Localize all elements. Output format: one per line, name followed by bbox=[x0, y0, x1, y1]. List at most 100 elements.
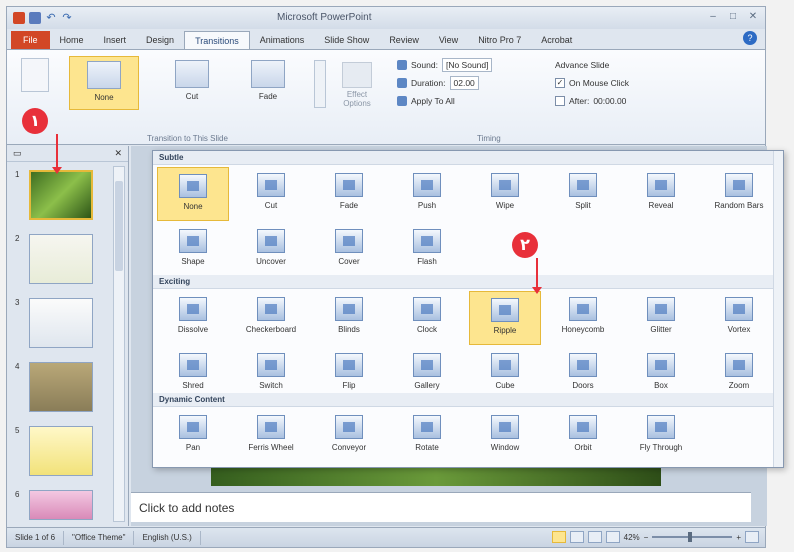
ribbon-transition-none[interactable]: None bbox=[69, 56, 139, 110]
transition-label: Window bbox=[490, 443, 520, 452]
duration-input[interactable]: 02.00 bbox=[449, 76, 479, 90]
transition-ferris-wheel[interactable]: Ferris Wheel bbox=[235, 409, 307, 463]
on-mouse-click-checkbox[interactable]: ✓ bbox=[555, 78, 565, 88]
duration-icon bbox=[397, 78, 407, 88]
transition-label: Split bbox=[575, 201, 591, 210]
transition-none[interactable]: None bbox=[157, 167, 229, 221]
undo-icon[interactable]: ↶ bbox=[45, 12, 57, 24]
ribbon-transition-fade[interactable]: Fade bbox=[233, 56, 303, 110]
tab-review[interactable]: Review bbox=[379, 31, 429, 49]
transition-pan[interactable]: Pan bbox=[157, 409, 229, 463]
after-time-input[interactable]: 00:00.00 bbox=[593, 92, 626, 110]
slides-scrollbar[interactable] bbox=[113, 166, 125, 522]
transition-label: Switch bbox=[259, 381, 283, 390]
transition-fade-icon bbox=[335, 173, 363, 197]
transition-fade[interactable]: Fade bbox=[313, 167, 385, 221]
transition-honeycomb[interactable]: Honeycomb bbox=[547, 291, 619, 345]
zoom-out-icon[interactable]: − bbox=[644, 533, 649, 542]
transition-random-bars[interactable]: Random Bars bbox=[703, 167, 775, 221]
save-icon[interactable] bbox=[29, 12, 41, 24]
quick-access-toolbar: ↶ ↷ bbox=[13, 12, 73, 24]
zoom-in-icon[interactable]: + bbox=[736, 533, 741, 542]
tab-acrobat[interactable]: Acrobat bbox=[531, 31, 582, 49]
group-label-transition: Transition to This Slide bbox=[147, 134, 228, 143]
transition-cut[interactable]: Cut bbox=[235, 167, 307, 221]
help-icon[interactable]: ? bbox=[743, 31, 757, 45]
transition-shape[interactable]: Shape bbox=[157, 223, 229, 277]
group-label-timing: Timing bbox=[477, 134, 501, 143]
transition-label: Ferris Wheel bbox=[248, 443, 294, 452]
preview-button[interactable] bbox=[21, 58, 49, 92]
effect-options-icon bbox=[342, 62, 372, 88]
maximize-icon[interactable]: □ bbox=[725, 10, 741, 24]
transition-push[interactable]: Push bbox=[391, 167, 463, 221]
zoom-level[interactable]: 42% bbox=[624, 533, 640, 542]
effect-options-button[interactable]: Effect Options bbox=[337, 62, 377, 108]
redo-icon[interactable]: ↷ bbox=[61, 12, 73, 24]
transition-push-icon bbox=[413, 173, 441, 197]
gallery-scrollbar[interactable] bbox=[773, 151, 783, 467]
after-checkbox[interactable] bbox=[555, 96, 565, 106]
tab-animations[interactable]: Animations bbox=[250, 31, 315, 49]
transition-flash[interactable]: Flash bbox=[391, 223, 463, 277]
tab-transitions[interactable]: Transitions bbox=[184, 31, 250, 49]
slide-thumbnail-4[interactable]: 4 bbox=[15, 362, 101, 416]
theme-name: "Office Theme" bbox=[64, 530, 135, 545]
transition-shape-icon bbox=[179, 229, 207, 253]
reading-view-button[interactable] bbox=[587, 531, 602, 543]
gallery-more-button[interactable] bbox=[314, 60, 326, 108]
close-icon[interactable]: ✕ bbox=[745, 10, 761, 24]
minimize-icon[interactable]: – bbox=[705, 10, 721, 24]
transition-label: Honeycomb bbox=[561, 325, 605, 334]
tab-view[interactable]: View bbox=[429, 31, 468, 49]
transition-label: Push bbox=[417, 201, 437, 210]
ribbon-transition-cut[interactable]: Cut bbox=[157, 56, 227, 110]
transition-label: Dissolve bbox=[177, 325, 209, 334]
notes-pane[interactable]: Click to add notes bbox=[131, 492, 751, 522]
slide-thumbnail-5[interactable]: 5 bbox=[15, 426, 101, 480]
apply-to-all-button[interactable]: Apply To All bbox=[397, 92, 527, 110]
transition-uncover[interactable]: Uncover bbox=[235, 223, 307, 277]
zoom-slider[interactable] bbox=[652, 532, 733, 542]
transition-split[interactable]: Split bbox=[547, 167, 619, 221]
language-indicator[interactable]: English (U.S.) bbox=[134, 530, 201, 545]
tab-nitro[interactable]: Nitro Pro 7 bbox=[468, 31, 531, 49]
transition-vortex[interactable]: Vortex bbox=[703, 291, 775, 345]
transition-ripple[interactable]: Ripple bbox=[469, 291, 541, 345]
transition-honeycomb-icon bbox=[569, 297, 597, 321]
sound-select[interactable]: [No Sound] bbox=[441, 58, 493, 72]
window-controls: – □ ✕ bbox=[705, 10, 761, 24]
tab-file[interactable]: File bbox=[11, 31, 50, 49]
slides-panel-header: ▭ ✕ bbox=[7, 146, 128, 162]
slide-thumbnail-3[interactable]: 3 bbox=[15, 298, 101, 352]
transition-label: Shape bbox=[181, 257, 205, 266]
normal-view-button[interactable] bbox=[551, 531, 566, 543]
slideshow-button[interactable] bbox=[605, 531, 620, 543]
slide-thumbnail-2[interactable]: 2 bbox=[15, 234, 101, 288]
transition-rotate[interactable]: Rotate bbox=[391, 409, 463, 463]
transition-clock[interactable]: Clock bbox=[391, 291, 463, 345]
transition-window[interactable]: Window bbox=[469, 409, 541, 463]
tab-design[interactable]: Design bbox=[136, 31, 184, 49]
transition-label: None bbox=[183, 202, 203, 211]
transition-conveyor[interactable]: Conveyor bbox=[313, 409, 385, 463]
slides-tab-icon[interactable]: ▭ bbox=[13, 148, 22, 159]
panel-close-icon[interactable]: ✕ bbox=[114, 148, 122, 159]
transition-blinds[interactable]: Blinds bbox=[313, 291, 385, 345]
transition-orbit[interactable]: Orbit bbox=[547, 409, 619, 463]
transition-checkerboard[interactable]: Checkerboard bbox=[235, 291, 307, 345]
transition-label: Pan bbox=[185, 443, 201, 452]
tab-home[interactable]: Home bbox=[50, 31, 94, 49]
transition-fly-through[interactable]: Fly Through bbox=[625, 409, 697, 463]
transition-pan-icon bbox=[179, 415, 207, 439]
tab-slide-show[interactable]: Slide Show bbox=[314, 31, 379, 49]
transition-glitter[interactable]: Glitter bbox=[625, 291, 697, 345]
tab-insert[interactable]: Insert bbox=[94, 31, 137, 49]
transition-reveal[interactable]: Reveal bbox=[625, 167, 697, 221]
slide-thumbnail-1[interactable]: 1 bbox=[15, 170, 101, 224]
transition-dissolve[interactable]: Dissolve bbox=[157, 291, 229, 345]
transition-wipe[interactable]: Wipe bbox=[469, 167, 541, 221]
transition-cover[interactable]: Cover bbox=[313, 223, 385, 277]
fit-to-window-button[interactable] bbox=[745, 531, 759, 543]
slide-sorter-button[interactable] bbox=[569, 531, 584, 543]
